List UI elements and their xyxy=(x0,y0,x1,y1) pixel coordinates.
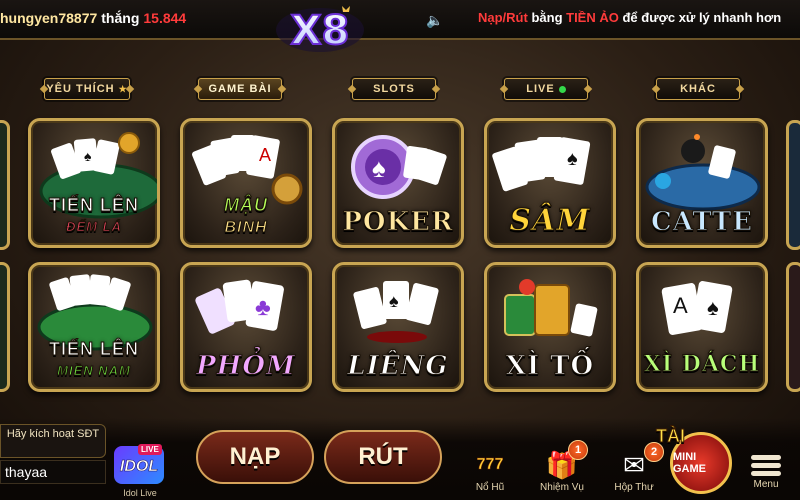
menu-button[interactable]: Menu xyxy=(742,452,790,500)
game-tile-mau-binh[interactable]: A MẬU BINH xyxy=(180,118,312,248)
menu-label: Menu xyxy=(753,479,779,490)
minigame-button[interactable]: MINI GAME TÀI xyxy=(656,426,738,500)
svg-text:♠: ♠ xyxy=(707,295,719,320)
svg-text:A: A xyxy=(259,145,271,165)
live-tag: LIVE xyxy=(138,444,162,455)
game-tile-sam[interactable]: ♠ SÂM xyxy=(484,118,616,248)
speaker-icon: 🔈 xyxy=(426,12,444,28)
tab-card-games-label: GAME BÀI xyxy=(208,83,272,95)
svg-text:A: A xyxy=(673,293,688,318)
svg-text:♣: ♣ xyxy=(255,294,271,321)
live-dot-icon xyxy=(558,85,566,93)
missions-count-badge: 1 xyxy=(568,440,588,460)
jackpot-label: Nổ Hũ xyxy=(475,482,505,493)
game-title: POKER xyxy=(342,207,454,238)
notice-part-4: để được xử lý nhanh hơn xyxy=(618,10,782,25)
withdraw-button[interactable]: RÚT xyxy=(324,430,442,484)
game-tile-poker[interactable]: ♠ POKER xyxy=(332,118,464,248)
game-title: TIẾN LÊN xyxy=(48,339,139,360)
idol-live-button[interactable]: IDOL LIVE Idol Live xyxy=(112,444,168,500)
game-title: XÌ DÁCH xyxy=(643,351,761,378)
game-title: LIÊNG xyxy=(347,351,449,382)
slot-777-icon: 777 xyxy=(476,456,504,474)
winner-amount: 15.844 xyxy=(143,10,187,26)
x8-logo: X8 xyxy=(265,0,375,56)
activate-phone-button[interactable]: Hãy kích hoạt SĐT xyxy=(0,424,106,458)
game-tile-catte[interactable]: CATTE xyxy=(636,118,768,248)
game-subtitle: BINH xyxy=(224,219,268,237)
svg-text:♠: ♠ xyxy=(372,153,386,183)
notice-part-2: bằng xyxy=(527,10,567,25)
logo-text: X8 xyxy=(291,8,350,54)
jackpot-button[interactable]: 777 Nổ Hũ xyxy=(462,448,518,500)
username-display[interactable]: thayaa xyxy=(0,460,106,484)
game-title: MẬU xyxy=(224,195,268,216)
game-tile-xi-to[interactable]: XÌ TỐ xyxy=(484,262,616,392)
tab-live[interactable]: LIVE xyxy=(504,78,588,100)
notice-ticker: Nạp/Rút bằng TIỀN ẢO để được xử lý nhanh… xyxy=(478,10,800,30)
tab-slots[interactable]: SLOTS xyxy=(352,78,436,100)
game-title: TIẾN LÊN xyxy=(48,195,139,216)
game-subtitle: MIỀN NAM xyxy=(57,363,131,379)
deposit-button[interactable]: NẠP xyxy=(196,430,314,484)
game-tile-tien-len-dem-la[interactable]: ♠ TIẾN LÊN ĐẾM LÁ xyxy=(28,118,160,248)
hamburger-icon xyxy=(742,455,790,476)
svg-text:♠: ♠ xyxy=(389,291,399,311)
notice-part-1: Nạp/Rút xyxy=(478,10,528,25)
top-bar: hungyen78877 thắng 15.844 🔈 Nạp/Rút bằng T… xyxy=(0,0,800,40)
tab-other[interactable]: KHÁC xyxy=(656,78,740,100)
missions-label: Nhiệm Vụ xyxy=(540,482,584,493)
partial-tile-right-bottom[interactable] xyxy=(786,262,800,392)
tab-other-label: KHÁC xyxy=(680,83,716,95)
minigame-label: MINI GAME xyxy=(673,451,706,475)
winner-username: hungyen78877 xyxy=(0,10,98,26)
game-tile-phom[interactable]: ♣ PHỎM xyxy=(180,262,312,392)
inbox-label: Hộp Thư xyxy=(614,482,654,493)
game-tile-tien-len-mien-nam[interactable]: TIẾN LÊN MIỀN NAM xyxy=(28,262,160,392)
tab-favorites-label: YÊU THÍCH xyxy=(46,83,115,95)
star-icon: ★ xyxy=(118,83,128,94)
game-tile-xi-dach[interactable]: A ♠ XÌ DÁCH xyxy=(636,262,768,392)
winner-verb: thắng xyxy=(101,10,140,26)
notice-part-3: TIỀN ẢO xyxy=(566,10,619,25)
game-title: XÌ TỐ xyxy=(505,351,595,382)
x8-logo-icon: X8 xyxy=(276,6,364,55)
game-tile-lieng[interactable]: ♠ LIÊNG xyxy=(332,262,464,392)
game-title: PHỎM xyxy=(196,351,296,382)
game-subtitle: ĐẾM LÁ xyxy=(66,219,122,235)
partial-tile-right-top[interactable] xyxy=(786,120,800,250)
partial-tile-left-bottom[interactable] xyxy=(0,262,10,392)
svg-text:♠: ♠ xyxy=(84,148,92,164)
winner-ticker: hungyen78877 thắng 15.844 xyxy=(0,10,225,30)
game-title: CATTE xyxy=(650,207,754,238)
tab-card-games[interactable]: GAME BÀI xyxy=(198,78,282,100)
tab-favorites[interactable]: YÊU THÍCH ★ xyxy=(44,78,130,100)
svg-text:♠: ♠ xyxy=(567,148,578,170)
game-title: SÂM xyxy=(509,203,591,239)
tab-slots-label: SLOTS xyxy=(373,83,415,95)
tai-label: TÀI xyxy=(656,426,686,447)
idol-live-label: Idol Live xyxy=(123,488,157,498)
partial-tile-left-top[interactable] xyxy=(0,120,10,250)
tab-live-label: LIVE xyxy=(526,83,555,95)
